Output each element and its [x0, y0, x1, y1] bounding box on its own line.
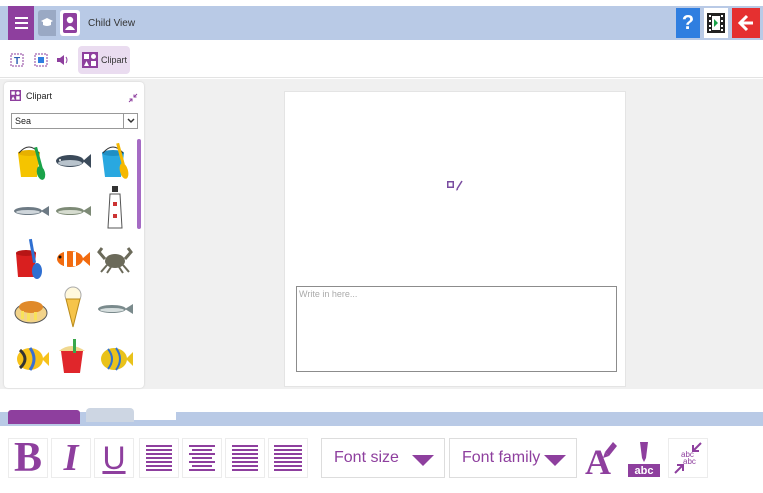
fish-icon[interactable]: [54, 188, 92, 234]
fish-and-chips-icon[interactable]: [12, 286, 50, 332]
italic-button[interactable]: I: [51, 437, 91, 479]
fish-icon[interactable]: [96, 286, 134, 332]
clipart-icon: [10, 90, 21, 101]
clipart-category-select[interactable]: Sea: [11, 113, 138, 129]
help-icon[interactable]: ?: [676, 8, 700, 38]
collapse-icon[interactable]: [128, 90, 138, 103]
font-size-dropdown[interactable]: Font size: [321, 438, 445, 478]
image-pencil-icon: [447, 180, 463, 191]
back-arrow-icon[interactable]: [732, 8, 760, 38]
align-justify-button[interactable]: [268, 438, 308, 478]
text-box-icon[interactable]: T: [9, 50, 25, 70]
clipart-panel-header: Clipart: [10, 90, 52, 101]
bucket-spade-icon[interactable]: [12, 236, 50, 282]
sand-bucket-icon[interactable]: [54, 334, 92, 380]
page-canvas: ​ Write in here...: [284, 91, 626, 387]
clipart-scrollbar[interactable]: [137, 139, 141, 229]
crab-icon[interactable]: [96, 236, 134, 282]
tropical-fish-icon[interactable]: [96, 336, 134, 382]
font-color-icon: A: [585, 442, 617, 478]
write-placeholder: Write in here...: [299, 289, 358, 299]
bucket-spade-icon[interactable]: [96, 138, 134, 184]
clipart-tool-label: Clipart: [101, 55, 128, 65]
format-toolbar: B I U Font size Font family A abc abc ab…: [0, 428, 763, 493]
film-play-icon[interactable]: [704, 8, 728, 38]
image-box-icon[interactable]: [33, 50, 49, 70]
add-image-label: ​: [435, 197, 475, 201]
highlight-button[interactable]: abc: [624, 438, 664, 478]
chevron-down-icon: [123, 114, 137, 128]
clownfish-icon[interactable]: [54, 236, 92, 282]
font-family-dropdown[interactable]: Font family: [449, 438, 577, 478]
bold-button[interactable]: B: [8, 435, 48, 481]
add-image-button[interactable]: ​: [435, 178, 475, 201]
chevron-down-icon: [412, 455, 434, 466]
fish-icon[interactable]: [54, 138, 92, 184]
ice-cream-icon[interactable]: [54, 284, 92, 330]
menu-icon[interactable]: [8, 6, 34, 40]
fish-icon[interactable]: [12, 188, 50, 234]
clipart-icon: [82, 52, 98, 68]
bucket-spade-icon[interactable]: [12, 138, 50, 184]
speaker-icon[interactable]: [55, 50, 71, 70]
font-family-label: Font family: [462, 449, 541, 466]
graduation-cap-icon[interactable]: [38, 10, 56, 36]
align-left-button[interactable]: [139, 438, 179, 478]
svg-text:abc: abc: [635, 465, 654, 477]
write-text-field[interactable]: Write in here...: [296, 286, 617, 372]
text-color-button[interactable]: A: [580, 438, 620, 478]
page-tab[interactable]: [86, 408, 134, 422]
underline-button[interactable]: U: [94, 438, 134, 478]
svg-text:abc: abc: [683, 457, 696, 466]
page-tabs-strip: [0, 400, 763, 428]
app-window: Child View ? T Clipart Clipart Sea Write…: [0, 0, 763, 493]
lighthouse-icon[interactable]: [96, 184, 134, 230]
clipart-category-value: Sea: [15, 116, 32, 126]
resize-text-button[interactable]: abc abc: [668, 438, 708, 478]
font-size-label: Font size: [334, 449, 399, 466]
align-center-button[interactable]: [182, 438, 222, 478]
insert-toolbar: T Clipart: [0, 42, 763, 78]
chevron-down-icon: [544, 455, 566, 466]
tropical-fish-icon[interactable]: [12, 336, 50, 382]
clipart-panel: Clipart Sea: [4, 82, 144, 388]
view-label: Child View: [88, 18, 136, 29]
svg-text:T: T: [14, 56, 20, 67]
page-tab-active[interactable]: [8, 410, 80, 424]
align-right-button[interactable]: [225, 438, 265, 478]
clipart-panel-title: Clipart: [26, 90, 53, 101]
clipart-tool-button[interactable]: Clipart: [78, 46, 130, 74]
page-tab[interactable]: [134, 406, 176, 420]
workspace: Clipart Sea Write in here...: [0, 79, 763, 389]
top-bar: Child View ?: [0, 6, 763, 40]
text-resize-icon: abcabc: [674, 442, 702, 474]
child-user-icon[interactable]: [60, 10, 80, 36]
highlighter-icon: abc: [628, 442, 660, 477]
svg-text:A: A: [585, 442, 611, 478]
